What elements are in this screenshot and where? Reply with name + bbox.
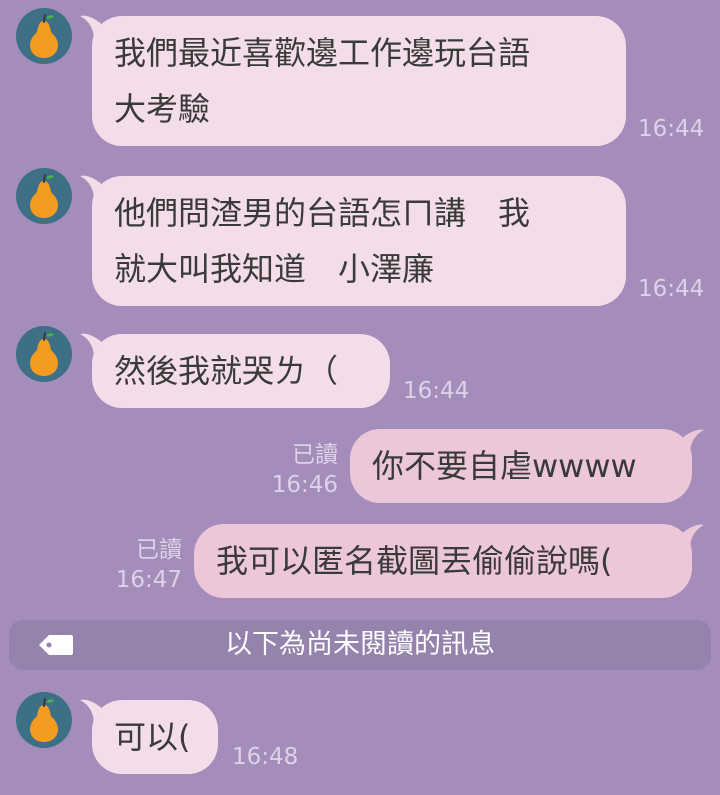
message-bubble-3[interactable]: 然後我就哭ㄌ（ bbox=[92, 334, 390, 408]
message-meta: 已讀 16:46 bbox=[230, 440, 338, 500]
avatar[interactable] bbox=[16, 8, 72, 64]
message-text-line: 他們問渣男的台語怎ㄇ講 我 bbox=[114, 194, 531, 232]
message-text-line: 我們最近喜歡邊工作邊玩台語 bbox=[114, 34, 531, 72]
pear-icon bbox=[30, 14, 58, 58]
bubble-tail bbox=[678, 524, 704, 549]
pear-icon bbox=[30, 174, 58, 218]
unread-divider-label: 以下為尚未閱讀的訊息 bbox=[225, 629, 495, 660]
message-text-line: 你不要自虐wwww bbox=[372, 447, 637, 485]
read-receipt: 已讀 bbox=[136, 537, 182, 563]
read-receipt: 已讀 bbox=[292, 442, 338, 468]
message-time: 16:44 bbox=[638, 116, 705, 142]
pear-icon bbox=[30, 698, 58, 742]
message-text-line: 大考驗 bbox=[114, 90, 211, 128]
avatar[interactable] bbox=[16, 692, 72, 748]
message-bubble-4[interactable]: 你不要自虐wwww bbox=[350, 429, 692, 503]
message-bubble-6[interactable]: 可以( bbox=[92, 700, 218, 774]
message-text-line: 可以( bbox=[114, 718, 191, 756]
message-time: 16:44 bbox=[403, 378, 470, 404]
avatar[interactable] bbox=[16, 326, 72, 382]
message-bubble-5[interactable]: 我可以匿名截圖丟偷偷說嗎( bbox=[194, 524, 692, 598]
chat-view: 我們最近喜歡邊工作邊玩台語 大考驗 16:44 他們問渣男的台語怎ㄇ講 我就大叫我… bbox=[0, 0, 720, 795]
avatar[interactable] bbox=[16, 168, 72, 224]
message-text-line: 就大叫我知道 小澤廉 bbox=[114, 250, 435, 288]
message-meta: 已讀 16:47 bbox=[74, 535, 182, 595]
message-time: 16:46 bbox=[271, 472, 338, 498]
message-time: 16:44 bbox=[638, 276, 705, 302]
message-bubble-1[interactable]: 我們最近喜歡邊工作邊玩台語 大考驗 bbox=[92, 16, 626, 146]
unread-messages-divider: 以下為尚未閱讀的訊息 bbox=[9, 620, 711, 670]
message-bubble-2[interactable]: 他們問渣男的台語怎ㄇ講 我就大叫我知道 小澤廉 bbox=[92, 176, 626, 306]
message-time: 16:48 bbox=[232, 744, 299, 770]
message-text-line: 然後我就哭ㄌ（ bbox=[114, 352, 339, 390]
pear-icon bbox=[30, 332, 58, 376]
bubble-tail bbox=[678, 429, 704, 454]
message-text-line: 我可以匿名截圖丟偷偷說嗎( bbox=[216, 542, 613, 580]
message-time: 16:47 bbox=[115, 567, 182, 593]
